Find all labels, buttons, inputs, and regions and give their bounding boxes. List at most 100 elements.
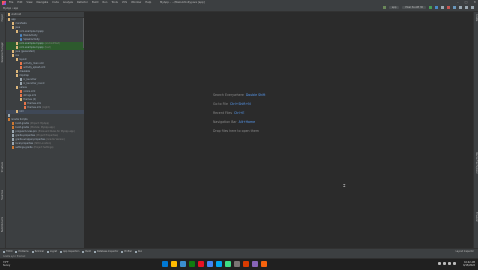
tool-tab-resource-manager[interactable]: Resource Manager (1, 42, 4, 62)
tree-row-hint: (Project: MyApp) (30, 122, 50, 125)
tree-row-hint: (ProGuard Rules for MyApp.app) (37, 130, 75, 133)
taskbar-app-icon[interactable] (261, 261, 267, 267)
tree-row-label: Gradle Scripts (11, 118, 28, 121)
editor-area[interactable]: Search Everywhere Double Shift Go to File C… (85, 12, 472, 248)
folder-icon (8, 13, 11, 16)
tree-row-label: mipmap (19, 74, 29, 77)
close-icon[interactable]: ✕ (473, 0, 476, 4)
hint-shortcut: Ctrl+Shift+N (229, 102, 251, 106)
tool-window-icon (121, 250, 124, 253)
taskbar-app-icon[interactable] (234, 261, 240, 267)
tool-tab-structure[interactable]: Structure (1, 162, 4, 172)
bottom-tab-label: Logcat (49, 250, 58, 253)
maximize-icon[interactable]: □ (465, 0, 468, 4)
debug-icon[interactable] (435, 6, 438, 9)
bottom-tab-label: Problems (18, 250, 29, 253)
system-tray (438, 262, 456, 265)
device-selector[interactable]: Pixel 3a API 30 (402, 6, 426, 9)
editor-hint: Go to File Ctrl+Shift+N (213, 102, 265, 111)
scrollbar[interactable] (82, 18, 84, 48)
speaker-icon[interactable] (448, 262, 451, 265)
taskbar-app-icon[interactable] (252, 261, 258, 267)
sdk-manager-icon[interactable] (465, 6, 468, 9)
avd-manager-icon[interactable] (459, 6, 462, 9)
hint-label: Drop files here to open them (213, 129, 259, 133)
tree-row-label: build.gradle (15, 122, 30, 125)
clock[interactable]: 10:42 AM 6/15/2022 (463, 261, 475, 267)
taskbar-app-icon[interactable] (180, 261, 186, 267)
tool-tab-project[interactable]: Project (1, 14, 4, 21)
menu-item-help[interactable]: Help (145, 1, 151, 4)
tool-tab-build-variants[interactable]: Build Variants (1, 217, 4, 232)
tree-row-label: manifests (15, 22, 27, 25)
menu-item-file[interactable]: File (9, 1, 13, 4)
wifi-icon[interactable] (443, 262, 446, 265)
taskbar-app-icon[interactable] (207, 261, 213, 267)
hint-label: Search Everywhere (213, 93, 244, 97)
battery-icon[interactable] (453, 262, 456, 265)
run-config-selector[interactable]: app (388, 6, 400, 9)
bottom-tab-problems[interactable]: Problems (15, 250, 29, 253)
bottom-tab-label: Terminal (34, 250, 44, 253)
menu-item-run[interactable]: Run (102, 1, 107, 4)
tree-row-label: values (19, 86, 27, 89)
tree-row-label: res (15, 54, 19, 57)
bottom-tool-tabs: TODO Problems Terminal Logcat App Inspection… (0, 250, 142, 253)
bottom-tab-app-inspection[interactable]: App Inspection (60, 250, 79, 253)
bottom-tab-database-inspector[interactable]: Database Inspector (93, 250, 119, 253)
tool-window-icon (3, 250, 5, 253)
tree-row-label: activity_splash.xml (23, 66, 46, 69)
minimize-icon[interactable]: – (457, 0, 459, 4)
tool-tab-favorites[interactable]: Favorites (1, 190, 4, 200)
bottom-tab-todo[interactable]: TODO (3, 250, 12, 253)
hint-shortcut: Double Shift (245, 93, 266, 97)
menu-item-window[interactable]: Window (131, 1, 141, 4)
tree-row-label: xml (19, 110, 24, 113)
breadcrumb[interactable]: MyApp › app (3, 7, 18, 10)
tool-window-icon (82, 250, 85, 253)
menu-item-view[interactable]: View (26, 1, 32, 4)
run-icon[interactable] (429, 6, 432, 9)
tree-row-hint: (androidTest) (44, 42, 60, 45)
tree-row-label: com.example.myapp (19, 46, 44, 49)
bottom-tab-profiler[interactable]: Profiler (121, 250, 132, 253)
layout-inspector-tab[interactable]: Layout Inspector (456, 250, 474, 253)
menu-item-refactor[interactable]: Refactor (77, 1, 88, 4)
bottom-tab-run[interactable]: Run (134, 250, 142, 253)
menu-item-navigate[interactable]: Navigate (37, 1, 49, 4)
project-view-selector[interactable]: Android (11, 13, 21, 16)
chevron-up-icon[interactable] (438, 262, 441, 265)
bottom-tab-terminal[interactable]: Terminal (31, 250, 44, 253)
taskbar-app-icon[interactable] (243, 261, 249, 267)
menu-item-analyze[interactable]: Analyze (63, 1, 73, 4)
bottom-tab-label: TODO (6, 250, 13, 253)
taskbar-app-icon[interactable] (171, 261, 177, 267)
editor-hint: Drop files here to open them (213, 129, 265, 138)
taskbar-app-icon[interactable] (216, 261, 222, 267)
empty-editor-hints: Search Everywhere Double Shift Go to File C… (213, 93, 265, 138)
sync-icon[interactable] (453, 6, 456, 9)
tool-window-icon (31, 250, 34, 253)
weather-widget[interactable]: 72°F Sunny (3, 261, 10, 267)
menu-item-code[interactable]: Code (52, 1, 59, 4)
start-menu-icon[interactable] (162, 261, 168, 267)
menu-item-edit[interactable]: Edit (17, 1, 22, 4)
taskbar-app-icon[interactable] (225, 261, 231, 267)
tree-row[interactable]: settings.gradle(Project Settings) (6, 146, 84, 150)
tree-row-hint: (SDK Location) (34, 142, 52, 145)
search-icon[interactable] (471, 6, 474, 9)
weather-desc: Sunny (3, 264, 11, 267)
menu-item-tools[interactable]: Tools (111, 1, 117, 4)
taskbar-app-icon[interactable] (189, 261, 195, 267)
bottom-tab-label: Database Inspector (96, 250, 119, 253)
bottom-tab-logcat[interactable]: Logcat (46, 250, 58, 253)
profile-icon[interactable] (441, 6, 444, 9)
hint-shortcut: Alt+Home (238, 120, 256, 124)
taskbar-app-icon[interactable] (198, 261, 204, 267)
hammer-icon[interactable] (382, 6, 386, 9)
menu-item-vcs[interactable]: VCS (122, 1, 127, 4)
tree-row-label: build.gradle (15, 126, 30, 129)
stop-icon[interactable] (447, 6, 450, 9)
bottom-tab-build[interactable]: Build (82, 250, 91, 253)
menu-item-build[interactable]: Build (92, 1, 99, 4)
